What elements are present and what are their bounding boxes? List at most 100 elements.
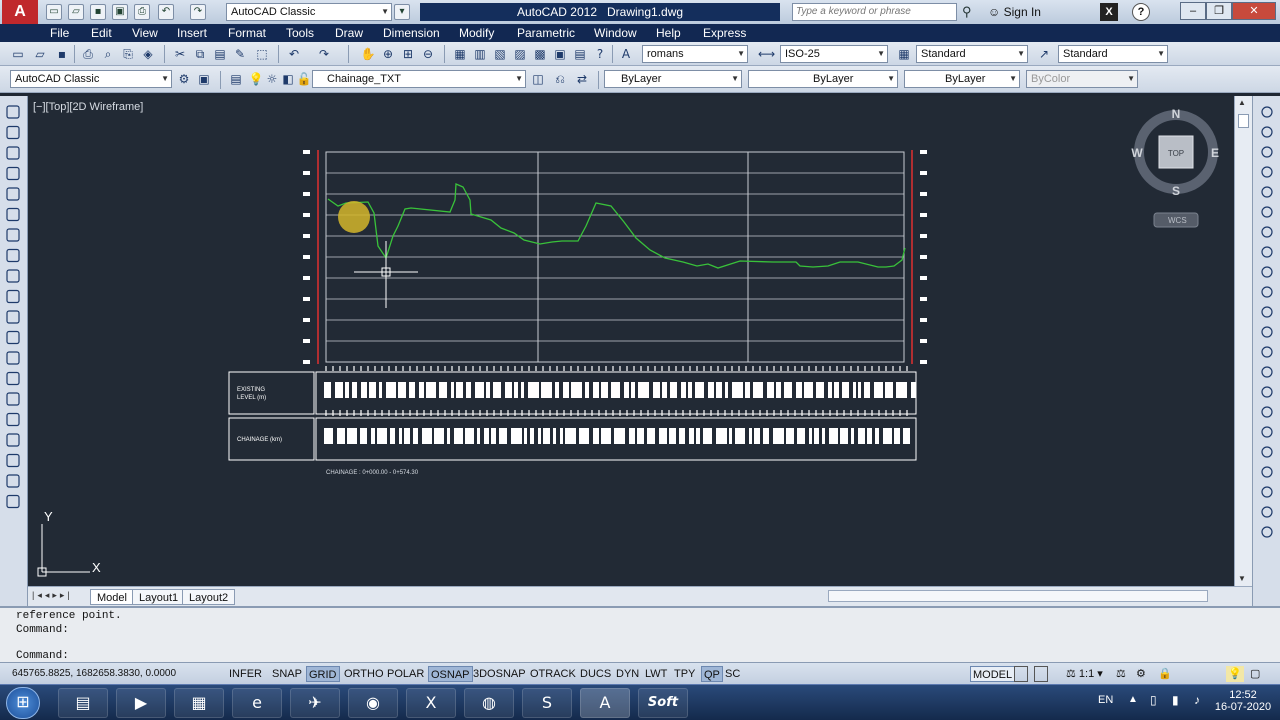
undo-icon[interactable]: ↶ <box>158 4 174 20</box>
viewport-freeze-icon[interactable]: ◧ <box>280 71 296 87</box>
compass-west[interactable]: W <box>1131 146 1143 160</box>
text-style-dropdown[interactable]: romans ▼ <box>642 45 748 63</box>
scroll-up-icon[interactable]: ▲ <box>1238 98 1246 107</box>
markup-icon[interactable]: ▩ <box>532 46 548 62</box>
toggle-osnap[interactable]: OSNAP <box>428 666 473 682</box>
file-explorer-icon[interactable]: ▤ <box>58 688 108 718</box>
multileader-style-dropdown[interactable]: Standard ▼ <box>1058 45 1168 63</box>
language-indicator[interactable]: EN <box>1098 694 1113 706</box>
menu-view[interactable]: View <box>132 24 158 42</box>
scroll-down-icon[interactable]: ▼ <box>1238 574 1246 583</box>
block-editor-icon[interactable]: ⬚ <box>254 46 270 62</box>
menu-express[interactable]: Express <box>703 24 746 42</box>
compass-north[interactable]: N <box>1172 107 1181 121</box>
soft-app-icon[interactable]: Soft <box>638 688 688 718</box>
save-icon[interactable]: ▪ <box>54 46 70 62</box>
autocad-taskbar-icon[interactable]: A <box>580 688 630 718</box>
plot-preview-icon[interactable]: ⌕ <box>100 46 116 62</box>
tool-app-icon[interactable]: ✈ <box>290 688 340 718</box>
publish-icon[interactable]: ⎘ <box>120 46 136 62</box>
menu-draw[interactable]: Draw <box>335 24 363 42</box>
toggle-ducs[interactable]: DUCS <box>578 666 613 682</box>
zoom-realtime-icon[interactable]: ⊕ <box>380 46 396 62</box>
zoom-previous-icon[interactable]: ⊖ <box>420 46 436 62</box>
calculator-icon[interactable]: ▦ <box>174 688 224 718</box>
tab-navigation-arrows[interactable]: |◂◂▸▸| <box>32 590 73 601</box>
menu-format[interactable]: Format <box>228 24 266 42</box>
media-player-icon[interactable]: ▶ <box>116 688 166 718</box>
viewcube[interactable]: TOP N S E W WCS <box>1131 107 1219 228</box>
command-window[interactable]: reference point. Command: Command: <box>0 606 1280 662</box>
menu-tools[interactable]: Tools <box>286 24 314 42</box>
toggle-infer[interactable]: INFER <box>227 666 264 682</box>
sun-freeze-icon[interactable]: ☼ <box>264 71 280 87</box>
compass-south[interactable]: S <box>1172 184 1180 198</box>
menu-parametric[interactable]: Parametric <box>517 24 575 42</box>
dimension-style-icon[interactable]: ⟷ <box>758 46 775 62</box>
menu-window[interactable]: Window <box>594 24 637 42</box>
plot-icon[interactable]: ⎙ <box>134 4 150 20</box>
toggle-dyn[interactable]: DYN <box>614 666 641 682</box>
zoom-window-icon[interactable]: ⊞ <box>400 46 416 62</box>
lightbulb-icon[interactable]: 💡 <box>248 71 264 87</box>
save-icon[interactable]: ▪ <box>90 4 106 20</box>
skype-icon[interactable]: S <box>522 688 572 718</box>
open-file-icon[interactable]: ▱ <box>68 4 84 20</box>
toggle-lwt[interactable]: LWT <box>643 666 669 682</box>
menu-edit[interactable]: Edit <box>91 24 112 42</box>
sheet-set-icon[interactable]: ▨ <box>512 46 528 62</box>
save-as-icon[interactable]: ▣ <box>112 4 128 20</box>
properties-icon[interactable]: ▦ <box>452 46 468 62</box>
3d-dwf-icon[interactable]: ◈ <box>140 46 156 62</box>
undo-icon[interactable]: ↶ <box>286 46 302 62</box>
menu-dimension[interactable]: Dimension <box>383 24 440 42</box>
color-dropdown[interactable]: ByLayer ▼ <box>604 70 742 88</box>
make-current-layer-icon[interactable]: ◫ <box>530 71 546 87</box>
clean-screen-icon[interactable]: ▢ <box>1248 666 1262 682</box>
minimize-button[interactable]: – <box>1180 2 1206 20</box>
open-icon[interactable]: ▱ <box>32 46 48 62</box>
restore-button[interactable]: ❐ <box>1206 2 1232 20</box>
command-prompt[interactable]: Command: <box>16 650 69 662</box>
customize-quick-access-icon[interactable]: ▾ <box>394 4 410 20</box>
volume-icon[interactable]: ♪ <box>1194 693 1200 707</box>
paste-icon[interactable]: ▤ <box>212 46 228 62</box>
toggle-qp[interactable]: QP <box>701 666 723 682</box>
quick-view-drawings-icon[interactable] <box>1034 666 1048 682</box>
cut-icon[interactable]: ✂ <box>172 46 188 62</box>
internet-explorer-icon[interactable]: e <box>232 688 282 718</box>
toggle-snap[interactable]: SNAP <box>270 666 304 682</box>
copy-icon[interactable]: ⧉ <box>192 46 208 62</box>
toggle-tpy[interactable]: TPY <box>672 666 697 682</box>
drawing-canvas[interactable]: EXISTING LEVEL (m) CHAINAGE (km) CHAINAGE… <box>28 96 1234 586</box>
lineweight-dropdown[interactable]: ByLayer ▼ <box>904 70 1020 88</box>
tab-layout1[interactable]: Layout1 <box>132 589 186 605</box>
plot-icon[interactable]: ⎙ <box>80 46 96 62</box>
tab-model[interactable]: Model <box>90 589 134 605</box>
workspace-dropdown-toolbar[interactable]: AutoCAD Classic ▼ <box>10 70 172 88</box>
toggle-grid[interactable]: GRID <box>306 666 340 682</box>
help-icon[interactable]: ? <box>1132 3 1150 21</box>
tool-palettes-icon[interactable]: ▧ <box>492 46 508 62</box>
annotation-visibility-icon[interactable]: ⚖ <box>1114 666 1128 682</box>
layer-dropdown[interactable]: Chainage_TXT ▼ <box>312 70 526 88</box>
toggle-3dosnap[interactable]: 3DOSNAP <box>471 666 528 682</box>
network-icon[interactable]: ▮ <box>1172 693 1179 707</box>
toggle-polar[interactable]: POLAR <box>385 666 426 682</box>
toggle-sc[interactable]: SC <box>723 666 742 682</box>
match-properties-icon[interactable]: ✎ <box>232 46 248 62</box>
battery-icon[interactable]: ▯ <box>1150 693 1157 707</box>
coordinates-readout[interactable]: 645765.8825, 1682658.3830, 0.0000 <box>10 666 178 682</box>
table-style-dropdown[interactable]: Standard ▼ <box>916 45 1028 63</box>
redo-icon[interactable]: ↷ <box>190 4 206 20</box>
menu-file[interactable]: File <box>50 24 69 42</box>
dimension-style-dropdown[interactable]: ISO-25 ▼ <box>780 45 888 63</box>
horizontal-scrollbar[interactable] <box>828 590 1208 602</box>
chrome-icon[interactable]: ◉ <box>348 688 398 718</box>
scroll-thumb[interactable] <box>1238 114 1249 128</box>
vertical-scrollbar[interactable]: ▲ ▼ <box>1234 96 1252 586</box>
calculator-icon[interactable]: ▤ <box>572 46 588 62</box>
lock-icon[interactable]: 🔒 <box>1156 666 1174 682</box>
table-style-icon[interactable]: ▦ <box>896 46 912 62</box>
clock[interactable]: 12:52 16-07-2020 <box>1212 689 1274 713</box>
